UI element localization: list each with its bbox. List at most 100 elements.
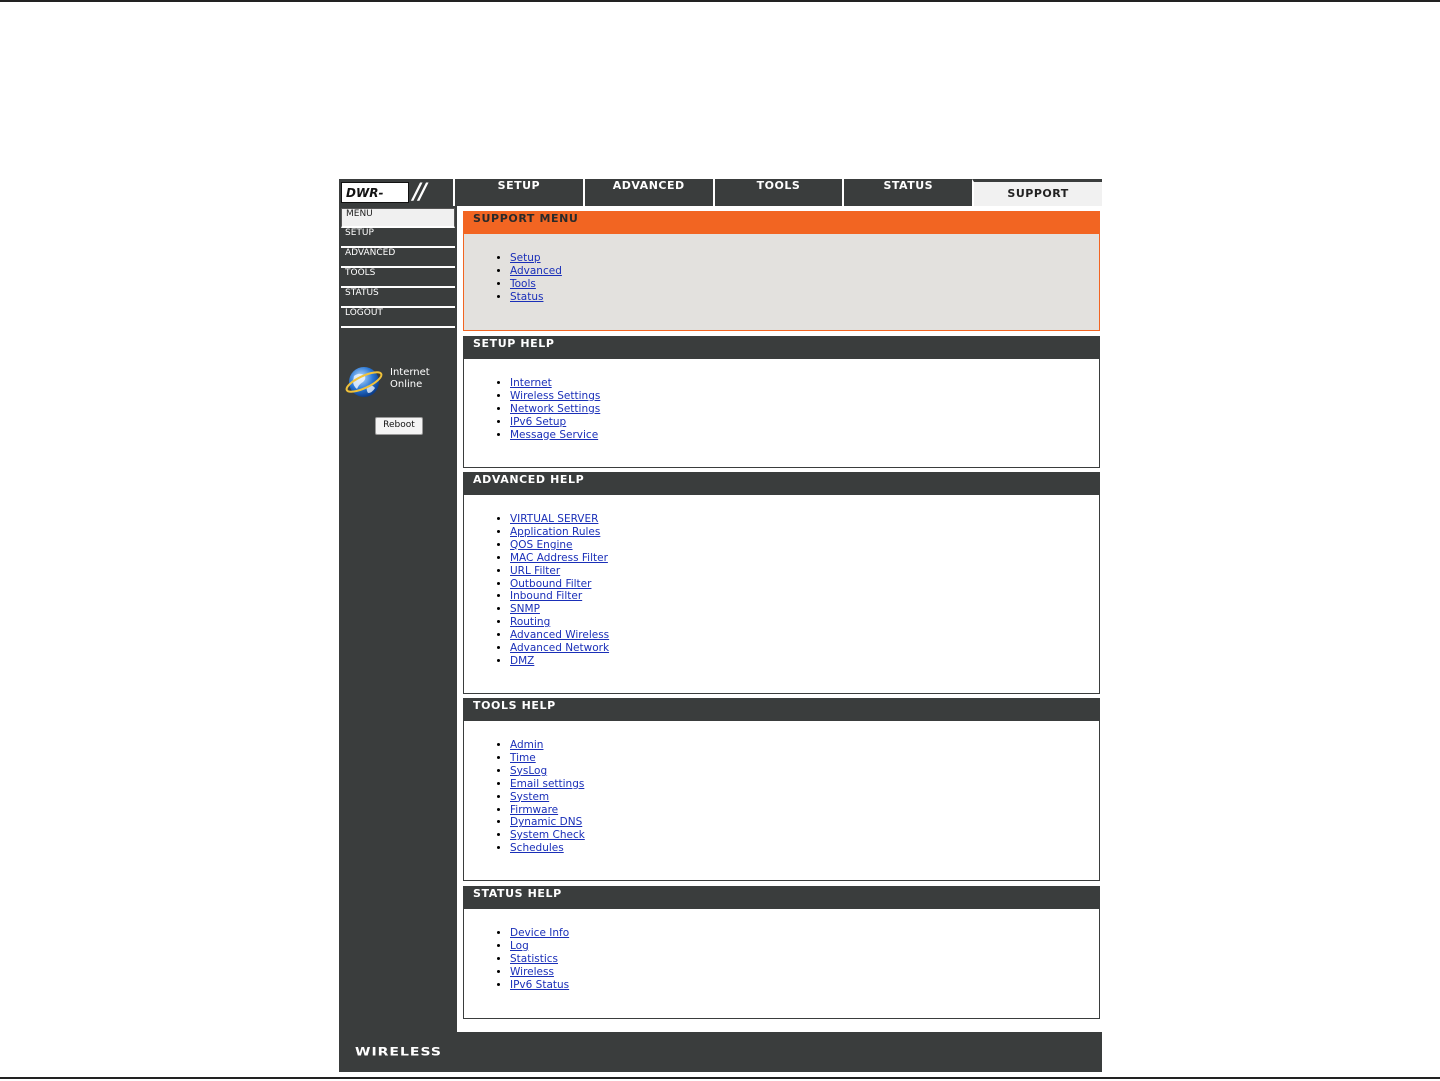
list-item: System Check <box>510 829 1099 842</box>
list-item: SysLog <box>510 765 1099 778</box>
setup-help-panel: SETUP HELP Internet Wireless Settings Ne… <box>463 336 1100 468</box>
list-item: Inbound Filter <box>510 590 1099 603</box>
link-snmp[interactable]: SNMP <box>510 603 540 615</box>
advanced-help-panel: ADVANCED HELP VIRTUAL SERVER Application… <box>463 472 1100 694</box>
setup-help-list: Internet Wireless Settings Network Setti… <box>464 377 1099 442</box>
link-mac-address-filter[interactable]: MAC Address Filter <box>510 552 608 564</box>
list-item: Outbound Filter <box>510 578 1099 591</box>
list-item: SNMP <box>510 603 1099 616</box>
internet-status: Internet Online <box>345 362 455 402</box>
support-menu-panel: SUPPORT MENU Setup Advanced Tools Status <box>463 211 1100 331</box>
list-item: DMZ <box>510 655 1099 668</box>
link-system-check[interactable]: System Check <box>510 829 585 841</box>
advanced-help-list: VIRTUAL SERVER Application Rules QOS Eng… <box>464 513 1099 668</box>
panel-title: TOOLS HELP <box>464 699 1099 721</box>
list-item: Advanced <box>510 265 1099 278</box>
link-log[interactable]: Log <box>510 940 529 952</box>
link-setup[interactable]: Setup <box>510 252 541 264</box>
link-dmz[interactable]: DMZ <box>510 655 534 667</box>
list-item: Log <box>510 940 1099 953</box>
link-virtual-server[interactable]: VIRTUAL SERVER <box>510 513 598 525</box>
link-wireless-settings[interactable]: Wireless Settings <box>510 390 600 402</box>
list-item: Routing <box>510 616 1099 629</box>
link-tools[interactable]: Tools <box>510 278 536 290</box>
sidebar-item-status[interactable]: STATUS <box>341 288 455 308</box>
link-system[interactable]: System <box>510 791 549 803</box>
list-item: Network Settings <box>510 403 1099 416</box>
top-navigation: DWR-925 // SETUP ADVANCED TOOLS STATUS S… <box>339 179 1102 221</box>
link-advanced-network[interactable]: Advanced Network <box>510 642 609 654</box>
list-item: System <box>510 791 1099 804</box>
panel-title: STATUS HELP <box>464 887 1099 909</box>
tab-tools[interactable]: TOOLS <box>712 179 843 206</box>
list-item: Message Service <box>510 429 1099 442</box>
link-url-filter[interactable]: URL Filter <box>510 565 560 577</box>
internet-status-text: Internet Online <box>390 367 430 391</box>
list-item: IPv6 Setup <box>510 416 1099 429</box>
link-ipv6-status[interactable]: IPv6 Status <box>510 979 569 991</box>
link-qos-engine[interactable]: QOS Engine <box>510 539 573 551</box>
panel-title: SETUP HELP <box>464 337 1099 359</box>
link-device-info[interactable]: Device Info <box>510 927 569 939</box>
sidebar-item-advanced[interactable]: ADVANCED <box>341 248 455 268</box>
list-item: VIRTUAL SERVER <box>510 513 1099 526</box>
list-item: Internet <box>510 377 1099 390</box>
link-wireless[interactable]: Wireless <box>510 966 554 978</box>
link-advanced[interactable]: Advanced <box>510 265 562 277</box>
list-item: Statistics <box>510 953 1099 966</box>
sidebar-item-menu[interactable]: MENU <box>341 208 455 228</box>
link-network-settings[interactable]: Network Settings <box>510 403 600 415</box>
link-application-rules[interactable]: Application Rules <box>510 526 600 538</box>
link-dynamic-dns[interactable]: Dynamic DNS <box>510 816 582 828</box>
tools-help-list: Admin Time SysLog Email settings System … <box>464 739 1099 855</box>
top-rule <box>0 0 1440 2</box>
link-syslog[interactable]: SysLog <box>510 765 547 777</box>
footer: WIRELESS <box>339 1032 1102 1072</box>
list-item: Time <box>510 752 1099 765</box>
internet-status-line2: Online <box>390 379 423 390</box>
link-outbound-filter[interactable]: Outbound Filter <box>510 578 591 590</box>
link-advanced-wireless[interactable]: Advanced Wireless <box>510 629 609 641</box>
link-firmware[interactable]: Firmware <box>510 804 558 816</box>
link-admin[interactable]: Admin <box>510 739 543 751</box>
sidebar-item-tools[interactable]: TOOLS <box>341 268 455 288</box>
link-statistics[interactable]: Statistics <box>510 953 558 965</box>
link-internet[interactable]: Internet <box>510 377 552 389</box>
list-item: Device Info <box>510 927 1099 940</box>
list-item: Setup <box>510 252 1099 265</box>
link-ipv6-setup[interactable]: IPv6 Setup <box>510 416 566 428</box>
list-item: URL Filter <box>510 565 1099 578</box>
list-item: Application Rules <box>510 526 1099 539</box>
tab-advanced[interactable]: ADVANCED <box>582 179 713 206</box>
list-item: Admin <box>510 739 1099 752</box>
internet-status-line1: Internet <box>390 367 430 378</box>
link-inbound-filter[interactable]: Inbound Filter <box>510 590 582 602</box>
sidebar-item-setup[interactable]: SETUP <box>341 228 455 248</box>
panel-title: SUPPORT MENU <box>464 212 1099 234</box>
status-help-panel: STATUS HELP Device Info Log Statistics W… <box>463 886 1100 1019</box>
reboot-button[interactable]: Reboot <box>375 417 423 435</box>
tools-help-panel: TOOLS HELP Admin Time SysLog Email setti… <box>463 698 1100 881</box>
list-item: Firmware <box>510 804 1099 817</box>
link-message-service[interactable]: Message Service <box>510 429 598 441</box>
list-item: Wireless <box>510 966 1099 979</box>
tab-status[interactable]: STATUS <box>842 179 973 206</box>
list-item: QOS Engine <box>510 539 1099 552</box>
list-item: Schedules <box>510 842 1099 855</box>
model-name: DWR-925 <box>341 182 409 221</box>
list-item: Wireless Settings <box>510 390 1099 403</box>
tab-support[interactable]: SUPPORT <box>972 179 1102 206</box>
list-item: MAC Address Filter <box>510 552 1099 565</box>
link-routing[interactable]: Routing <box>510 616 550 628</box>
link-time[interactable]: Time <box>510 752 536 764</box>
link-email-settings[interactable]: Email settings <box>510 778 584 790</box>
list-item: IPv6 Status <box>510 979 1099 992</box>
bottom-rule <box>0 1077 1440 1079</box>
tab-setup[interactable]: SETUP <box>453 179 583 206</box>
list-item: Status <box>510 291 1099 304</box>
status-help-list: Device Info Log Statistics Wireless IPv6… <box>464 927 1099 992</box>
sidebar-item-logout[interactable]: LOGOUT <box>341 308 455 328</box>
link-status[interactable]: Status <box>510 291 543 303</box>
model-badge: DWR-925 // <box>339 179 453 221</box>
link-schedules[interactable]: Schedules <box>510 842 564 854</box>
